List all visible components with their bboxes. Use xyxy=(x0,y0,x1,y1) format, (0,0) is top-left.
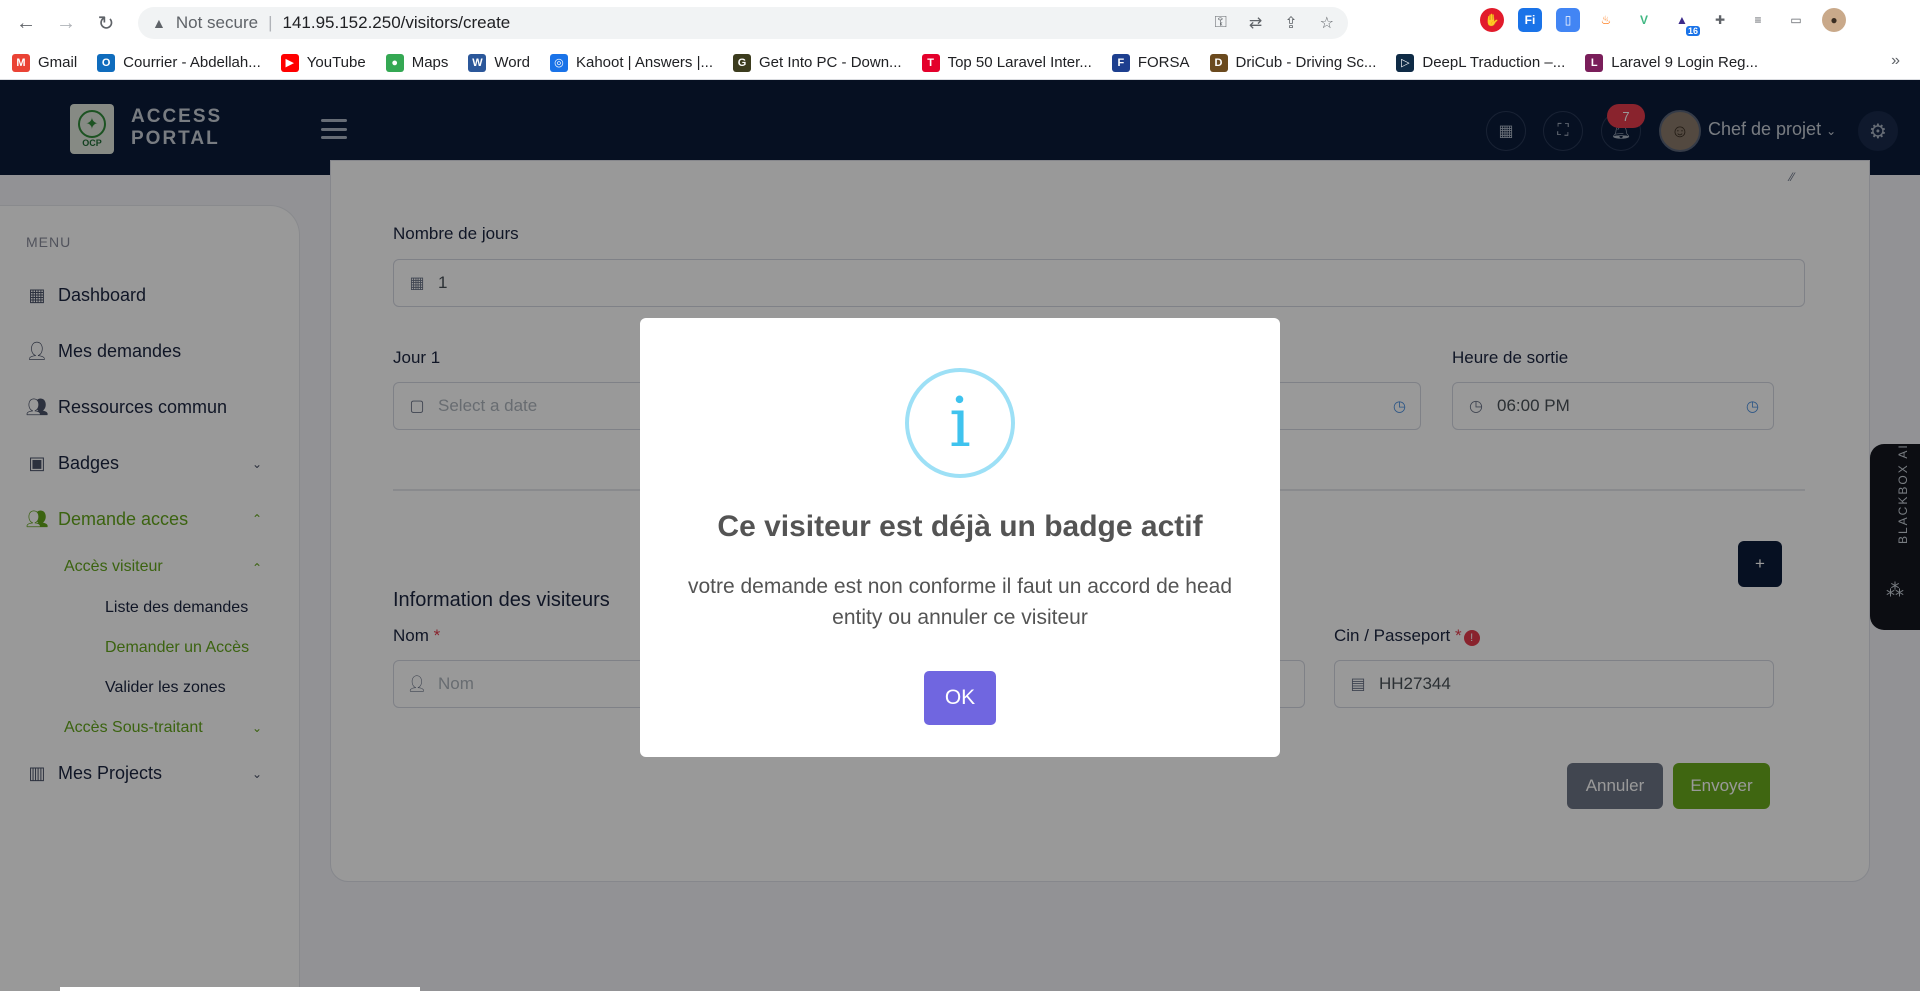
bookmark-laravel-interview[interactable]: T Top 50 Laravel Inter... xyxy=(921,53,1092,72)
laravel-icon: L xyxy=(1585,53,1604,72)
outlook-icon: O xyxy=(97,53,116,72)
more-bookmarks-icon[interactable]: » xyxy=(1891,52,1900,70)
bookmark-deepl[interactable]: ▷ DeepL Traduction –... xyxy=(1396,53,1565,72)
youtube-icon: ▶ xyxy=(280,53,299,72)
dricub-icon: D xyxy=(1209,53,1228,72)
url-separator: | xyxy=(268,13,273,32)
url-text: 141.95.152.250/visitors/create xyxy=(282,13,511,32)
forsa-icon: F xyxy=(1111,53,1130,72)
bookmarks-bar: M Gmail O Courrier - Abdellah... ▶ YouTube … xyxy=(0,46,1920,80)
extensions-bar: ✋ Fi ▯ ♨ V ▲ 16 ✚ ≡ ▭ ● xyxy=(1480,8,1846,36)
bookmark-laravel-login[interactable]: L Laravel 9 Login Reg... xyxy=(1585,53,1758,72)
deepl-icon: ▷ xyxy=(1396,53,1415,72)
bookmark-forsa[interactable]: F FORSA xyxy=(1111,53,1190,72)
ext-grad-icon[interactable]: ▲ 16 xyxy=(1670,8,1700,36)
gmail-icon: M xyxy=(12,53,30,72)
warning-icon: ▲ xyxy=(152,15,166,31)
dialog-message: votre demande est non conforme il faut u… xyxy=(687,575,1232,629)
browser-toolbar: ← → ↻ ▲ Not secure | 141.95.152.250/visi… xyxy=(0,0,1920,46)
info-icon: i xyxy=(905,368,1015,478)
dialog-title: Ce visiteur est déjà un badge actif xyxy=(717,510,1203,543)
bottom-bar-segment xyxy=(60,987,420,991)
ext-fire-icon[interactable]: ♨ xyxy=(1594,8,1618,32)
bookmark-youtube[interactable]: ▶ YouTube xyxy=(280,53,366,72)
maps-icon: ● xyxy=(385,53,404,72)
bookmark-dricub[interactable]: D DriCub - Driving Sc... xyxy=(1209,53,1376,72)
star-icon[interactable]: ☆ xyxy=(1320,13,1334,33)
bookmark-getintopc[interactable]: G Get Into PC - Down... xyxy=(733,53,902,72)
bookmark-kahoot[interactable]: ◎ Kahoot | Answers |... xyxy=(549,53,713,72)
ext-phone-icon[interactable]: ▯ xyxy=(1556,8,1580,32)
bookmark-gmail[interactable]: M Gmail xyxy=(12,53,77,72)
side-panel-icon[interactable]: ▭ xyxy=(1784,8,1808,32)
bookmark-courrier[interactable]: O Courrier - Abdellah... xyxy=(97,53,261,72)
share-icon[interactable]: ⇪ xyxy=(1284,13,1297,33)
adblock-icon[interactable]: ✋ xyxy=(1480,8,1504,32)
bookmark-word[interactable]: W Word xyxy=(468,53,530,72)
profile-icon[interactable]: ● xyxy=(1822,8,1846,32)
vue-icon[interactable]: V xyxy=(1632,8,1656,32)
back-icon[interactable]: ← xyxy=(6,0,46,46)
reading-list-icon[interactable]: ≡ xyxy=(1746,8,1770,32)
getintopc-icon: G xyxy=(733,53,751,72)
reload-icon[interactable]: ↻ xyxy=(86,0,126,46)
alert-dialog: i Ce visiteur est déjà un badge actif vo… xyxy=(640,318,1280,757)
key-icon[interactable]: ⚿ xyxy=(1215,14,1227,32)
globe-icon: ◎ xyxy=(549,53,568,72)
ok-button[interactable]: OK xyxy=(924,671,996,725)
translate-icon[interactable]: ⇄ xyxy=(1249,13,1262,33)
not-secure-label: Not secure xyxy=(175,13,259,32)
bookmark-maps[interactable]: ● Maps xyxy=(385,53,448,72)
t-icon: T xyxy=(921,53,940,72)
microsoft-icon: W xyxy=(468,53,487,72)
forward-icon[interactable]: → xyxy=(46,0,86,46)
puzzle-icon[interactable]: ✚ xyxy=(1708,8,1732,32)
address-bar[interactable]: ▲ Not secure | 141.95.152.250/visitors/c… xyxy=(138,7,1348,39)
ext-fi-icon[interactable]: Fi xyxy=(1518,8,1542,32)
